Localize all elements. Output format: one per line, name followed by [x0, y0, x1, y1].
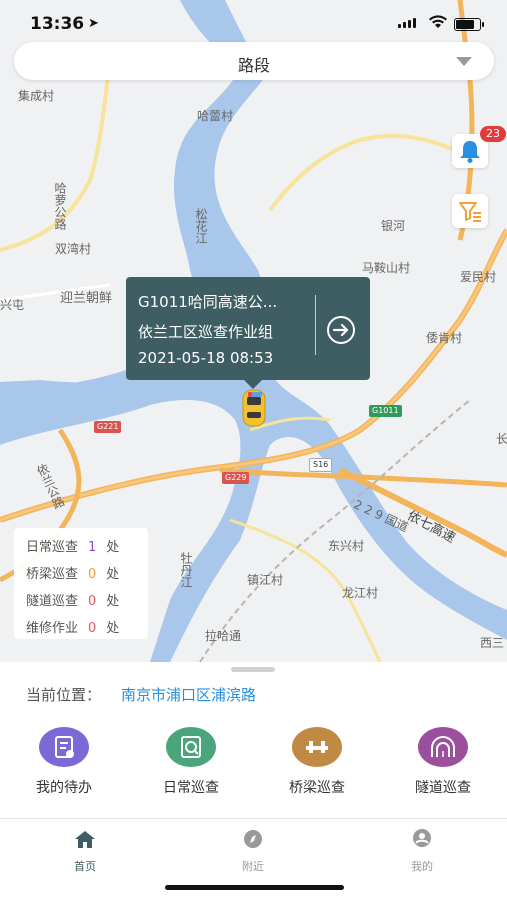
- route-selector-label: 路段: [237, 56, 270, 75]
- wifi-icon: [429, 15, 447, 28]
- battery-icon: [454, 18, 484, 31]
- action-label: 桥梁巡查: [289, 780, 345, 796]
- legend-count: 0: [88, 594, 97, 609]
- action-bridge-inspection[interactable]: 桥梁巡查: [267, 727, 367, 797]
- legend-count: 0: [88, 567, 97, 582]
- tab-home[interactable]: 首页: [55, 828, 115, 874]
- legend-unit: 处: [106, 621, 120, 636]
- signal-icon: [398, 18, 416, 28]
- map-label-yingbin: 迎兰朝鲜: [60, 291, 113, 306]
- map-label-xisan: 西三: [480, 636, 505, 650]
- tab-label: 首页: [74, 860, 96, 873]
- legend-label: 隧道巡查: [26, 594, 79, 609]
- vehicle-info-popup[interactable]: G1011哈同高速公... 依兰工区巡查作业组 2021-05-18 08:53: [126, 277, 370, 389]
- legend-row-bridge: 桥梁巡查 0 处: [26, 563, 119, 582]
- map-label-jicheng: 集成村: [18, 89, 55, 103]
- tab-nearby[interactable]: 附近: [223, 828, 283, 874]
- map-label-xingtun: 兴屯: [0, 298, 25, 312]
- tab-label: 附近: [242, 860, 264, 873]
- map-label-lahatong: 拉哈通: [205, 629, 242, 643]
- legend-row-tunnel: 隧道巡查 0 处: [26, 590, 119, 609]
- map-label-aimin: 爱民村: [460, 270, 497, 284]
- arrow-right-icon: [332, 323, 349, 337]
- daily-inspection-icon: [166, 727, 216, 767]
- home-indicator: [165, 885, 344, 890]
- tab-label: 我的: [411, 860, 433, 873]
- tab-mine[interactable]: 我的: [392, 828, 452, 874]
- legend-unit: 处: [106, 540, 120, 555]
- bridge-icon: [292, 727, 342, 767]
- legend-row-daily: 日常巡查 1 处: [26, 536, 119, 555]
- map-label-shuangwan: 双湾村: [55, 242, 92, 256]
- user-icon: [413, 829, 431, 847]
- legend-count: 0: [88, 621, 97, 636]
- road-badge-s16: S16: [309, 458, 333, 472]
- road-badge-g221: G221: [94, 421, 122, 433]
- action-my-todo[interactable]: 我的待办: [14, 727, 114, 797]
- map-label-mudan: 牡丹江: [179, 552, 193, 588]
- status-time: 13:36: [30, 14, 85, 34]
- status-bar: 13:36 ➤: [0, 0, 507, 46]
- action-label: 我的待办: [36, 780, 92, 796]
- road-badge-g1011: G1011: [369, 405, 402, 417]
- current-location-value[interactable]: 南京市浦口区浦滨路: [121, 684, 256, 705]
- route-selector[interactable]: 路段: [14, 42, 494, 80]
- filter-icon: [459, 202, 481, 222]
- legend-label: 桥梁巡查: [26, 567, 79, 582]
- home-icon: [75, 831, 95, 848]
- action-label: 日常巡查: [163, 780, 219, 796]
- popup-road-name: G1011哈同高速公...: [138, 293, 278, 311]
- legend-label: 日常巡查: [26, 540, 79, 555]
- current-location-label: 当前位置：: [26, 686, 102, 704]
- vehicle-marker-icon[interactable]: [240, 386, 268, 430]
- todo-icon: [39, 727, 89, 767]
- popup-divider: [315, 295, 316, 355]
- compass-icon: [244, 830, 262, 848]
- road-badge-g229: G229: [222, 472, 250, 484]
- map-label-songhua: 松花江: [194, 208, 208, 244]
- location-arrow-icon: ➤: [88, 16, 99, 31]
- legend-unit: 处: [106, 567, 120, 582]
- legend-unit: 处: [106, 594, 120, 609]
- legend-count: 1: [88, 540, 97, 555]
- action-tunnel-inspection[interactable]: 隧道巡查: [393, 727, 493, 797]
- map-label-zhang: 长: [496, 432, 507, 446]
- popup-team-name: 依兰工区巡查作业组: [138, 323, 274, 341]
- map-label-longjiang: 龙江村: [342, 586, 379, 600]
- legend-label: 维修作业: [26, 621, 79, 636]
- tunnel-icon: [418, 727, 468, 767]
- filter-button[interactable]: [452, 194, 488, 228]
- popup-timestamp: 2021-05-18 08:53: [138, 349, 274, 367]
- map-label-zhenjiang: 镇江村: [247, 573, 284, 587]
- map-label-maanshan: 马鞍山村: [362, 261, 411, 275]
- dropdown-caret-icon: [456, 57, 472, 66]
- popup-detail-button[interactable]: [327, 316, 355, 344]
- map-label-dongxing: 东兴村: [328, 539, 365, 553]
- sheet-drag-handle[interactable]: [231, 667, 275, 672]
- map-label-yinhe: 银河: [381, 219, 406, 233]
- map-label-haluo-road: 哈萝公路: [53, 182, 67, 230]
- map-label-jiaoxiao: 倭肯村: [426, 331, 463, 345]
- inspection-legend: 日常巡查 1 处 桥梁巡查 0 处 隧道巡查 0 处 维修作业 0 处: [14, 528, 148, 639]
- notification-badge: 23: [480, 126, 506, 142]
- action-label: 隧道巡查: [415, 780, 471, 796]
- legend-row-repair: 维修作业 0 处: [26, 617, 119, 636]
- action-daily-inspection[interactable]: 日常巡查: [141, 727, 241, 797]
- map-label-halei: 哈蕾村: [197, 109, 234, 123]
